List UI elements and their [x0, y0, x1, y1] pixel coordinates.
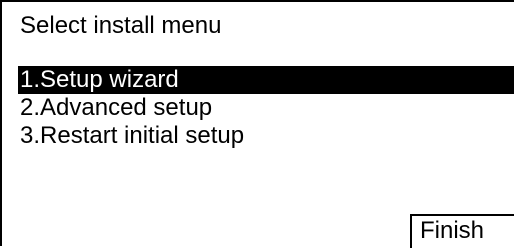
screen-title: Select install menu — [20, 12, 222, 39]
menu-item-restart-initial-setup[interactable]: 3.Restart initial setup — [18, 122, 514, 150]
install-menu-list: 1.Setup wizard 2.Advanced setup 3.Restar… — [18, 66, 514, 150]
finish-button[interactable]: Finish — [410, 214, 514, 248]
install-menu-screen: Select install menu 1.Setup wizard 2.Adv… — [0, 0, 514, 248]
menu-item-advanced-setup[interactable]: 2.Advanced setup — [18, 94, 514, 122]
menu-item-setup-wizard[interactable]: 1.Setup wizard — [18, 66, 514, 94]
